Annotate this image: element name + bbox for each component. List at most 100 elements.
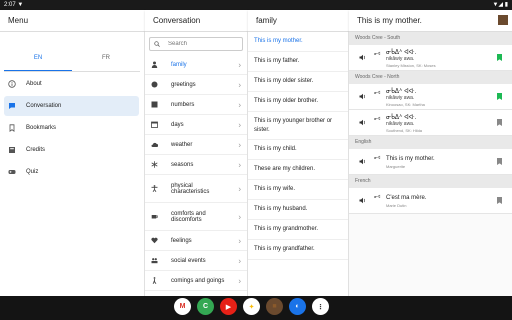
category-item-family[interactable]: family › [145, 55, 247, 75]
phrase-item[interactable]: This is my younger brother or sister. [248, 112, 348, 140]
phrase-item[interactable]: This is my older sister. [248, 72, 348, 92]
cloud-icon [151, 141, 158, 148]
walk-icon [151, 277, 158, 284]
sidebar-item-bookmarks[interactable]: Bookmarks [4, 118, 139, 138]
category-label: comings and goings [171, 277, 225, 284]
chrome-icon[interactable]: C [197, 298, 214, 315]
bookmark-icon[interactable] [497, 54, 502, 61]
category-label: weather [171, 141, 193, 148]
group-icon [151, 257, 158, 264]
category-label: feelings [171, 237, 192, 244]
category-item-social-events[interactable]: social events › [145, 251, 247, 271]
body-icon [151, 185, 158, 192]
bookmark-icon[interactable] [497, 197, 502, 204]
speaker-icon[interactable] [359, 54, 366, 61]
recording-entry: ᓂᐊ ᓂᑳᐏᔾ ᐊᐘ. nikâwiy awa. Kinoosao, SK: M… [349, 84, 512, 110]
category-item-greetings[interactable]: greetings › [145, 75, 247, 95]
category-item-seasons[interactable]: seasons › [145, 155, 247, 175]
status-indicator: ▼ [17, 2, 24, 8]
app-dock: M C ▶ ✦ ■ ◐ ⋮ [174, 298, 329, 315]
tab-fr[interactable]: FR [72, 52, 140, 71]
tab-en[interactable]: EN [4, 52, 72, 71]
recording-entry: ᓂᐊ ᓂᑳᐏᔾ ᐊᐘ. nikâwiy awa. Southend, SK: H… [349, 110, 512, 136]
messages-icon[interactable]: ◐ [289, 298, 306, 315]
sidebar-item-conversation[interactable]: Conversation [4, 96, 139, 116]
sidebar-item-about[interactable]: About [4, 74, 139, 94]
thumbnail-icon[interactable] [498, 15, 508, 25]
phrase-item[interactable]: This is my wife. [248, 180, 348, 200]
phrase-item[interactable]: This is my father. [248, 52, 348, 72]
category-label: comforts and discomforts [171, 210, 206, 223]
section-heading: English [349, 136, 512, 149]
syllabics-icon: ᓂᐊ [374, 90, 381, 95]
app-drawer-icon[interactable]: ⋮ [312, 298, 329, 315]
sidebar-item-label: Bookmarks [26, 125, 57, 131]
category-label: physical characteristics [171, 182, 210, 195]
chevron-right-icon: › [238, 60, 241, 69]
youtube-icon[interactable]: ▶ [220, 298, 237, 315]
section-heading: Woods Cree - South [349, 32, 512, 45]
detail-pane: Woods Cree - South ᓂᐊ ᓂᑳᐏᔾ ᐊᐘ. nikâwiy a… [349, 32, 512, 296]
search-input[interactable] [168, 41, 238, 47]
categories-header: Conversation [145, 10, 248, 32]
bookmark-icon[interactable] [497, 158, 502, 165]
sidebar: EN FR About Conversation Bookmarks Credi… [0, 32, 145, 296]
category-label: numbers [171, 101, 195, 108]
status-bar: 2:07 ▼ ▼◢ ▮ [0, 0, 512, 10]
chevron-right-icon: › [238, 160, 241, 169]
taskbar: M C ▶ ✦ ■ ◐ ⋮ [0, 296, 512, 320]
phrase-item[interactable]: This is my mother. [248, 32, 348, 52]
chevron-right-icon: › [238, 100, 241, 109]
sidebar-item-credits[interactable]: Credits [4, 140, 139, 160]
speaker-icon[interactable] [359, 158, 366, 165]
category-label: seasons [171, 161, 194, 168]
entry-speaker: Kinoosao, SK: Martha [386, 102, 425, 107]
recording-entry: ᓂᐊ ᓂᑳᐏᔾ ᐊᐘ. nikâwiy awa. Stanley Mission… [349, 45, 512, 71]
chevron-right-icon: › [238, 140, 241, 149]
speaker-icon[interactable] [359, 197, 366, 204]
bookmark-icon[interactable] [497, 119, 502, 126]
gamepad-icon [8, 168, 16, 176]
chevron-right-icon: › [238, 120, 241, 129]
search-icon [154, 41, 160, 47]
phrase-item[interactable]: This is my child. [248, 140, 348, 160]
chevron-right-icon: › [238, 276, 241, 285]
syllabics-icon: ᓂᐊ [374, 51, 381, 56]
category-item-numbers[interactable]: numbers › [145, 95, 247, 115]
entry-main: ᓂᑳᐏᔾ ᐊᐘ. [386, 50, 417, 56]
category-item-days[interactable]: days › [145, 115, 247, 135]
search-box[interactable] [149, 37, 243, 51]
syllabics-icon: ᓂᐊ [374, 194, 381, 199]
category-item-physical-characteristics[interactable]: physical characteristics › [145, 175, 247, 203]
detail-header: This is my mother. [349, 10, 512, 32]
bookmark-icon[interactable] [497, 93, 502, 100]
speaker-icon[interactable] [359, 119, 366, 126]
category-item-comings-and-goings[interactable]: comings and goings › [145, 271, 247, 291]
phrase-item[interactable]: This is my grandmother. [248, 220, 348, 240]
category-item-weather[interactable]: weather › [145, 135, 247, 155]
menu-title: Menu [8, 16, 29, 25]
detail-title: This is my mother. [357, 16, 422, 25]
entry-speaker: Southend, SK: Hilda [386, 128, 423, 133]
speaker-icon[interactable] [359, 93, 366, 100]
categories-title: Conversation [153, 16, 201, 25]
phrase-item[interactable]: This is my grandfather. [248, 240, 348, 260]
snowflake-icon [151, 161, 158, 168]
category-item-comforts[interactable]: comforts and discomforts › [145, 203, 247, 231]
phrase-item[interactable]: These are my children. [248, 160, 348, 180]
category-label: social events [171, 257, 206, 264]
sidebar-item-quiz[interactable]: Quiz [4, 162, 139, 182]
phrase-item[interactable]: This is my husband. [248, 200, 348, 220]
person-icon [151, 61, 158, 68]
category-item-feelings[interactable]: feelings › [145, 231, 247, 251]
entry-speaker: Marie Dutin [386, 203, 407, 208]
entry-main: C'est ma mère. [386, 195, 427, 201]
photos-icon[interactable]: ✦ [243, 298, 260, 315]
entry-speaker: Stanley Mission, SK: Moses [386, 63, 436, 68]
app-icon[interactable]: ■ [266, 298, 283, 315]
phrase-item[interactable]: This is my older brother. [248, 92, 348, 112]
sidebar-item-label: Quiz [26, 169, 39, 175]
category-label: days [171, 121, 184, 128]
credits-icon [8, 146, 16, 154]
gmail-icon[interactable]: M [174, 298, 191, 315]
